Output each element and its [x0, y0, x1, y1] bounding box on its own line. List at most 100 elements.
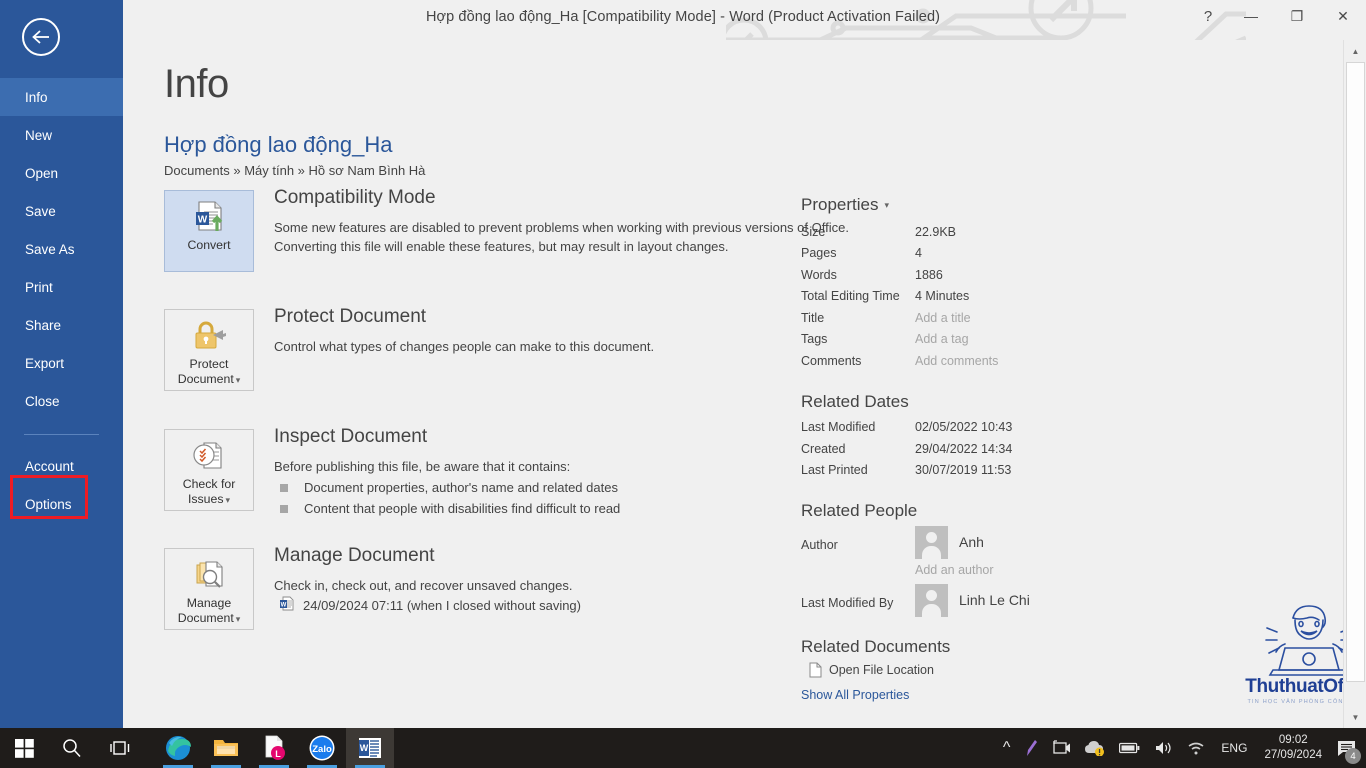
avatar — [915, 584, 948, 617]
related-documents-heading: Related Documents — [801, 637, 951, 656]
svg-text:L: L — [275, 749, 281, 759]
scrollbar-thumb[interactable] — [1346, 62, 1365, 682]
lock-key-icon — [191, 319, 227, 353]
svg-text:Zalo: Zalo — [312, 744, 332, 755]
sidebar-item-label: Info — [25, 89, 48, 105]
property-row-size: Size 22.9KB — [801, 224, 957, 239]
add-title-field[interactable]: Add a title — [915, 311, 971, 325]
clock-time: 09:02 — [1278, 734, 1308, 746]
add-author-field[interactable]: Add an author — [915, 563, 1231, 577]
watermark-subtitle: TIN HỌC VĂN PHÒNG CÔNG NGHỆ — [1247, 699, 1344, 705]
clock[interactable]: 09:02 27/09/2024 — [1256, 733, 1330, 763]
sidebar-item-new[interactable]: New — [0, 116, 123, 154]
language-indicator[interactable]: ENG — [1212, 741, 1256, 755]
sidebar-item-label: Options — [25, 496, 72, 512]
page-title: Info — [164, 62, 229, 106]
convert-doc-icon: W — [191, 200, 227, 234]
check-for-issues-button[interactable]: Check for Issues ▾ — [164, 429, 254, 511]
show-hidden-icons-button[interactable]: ^ — [996, 728, 1018, 768]
file-explorer-icon — [214, 740, 238, 756]
minimize-button[interactable]: — — [1228, 0, 1274, 32]
add-comments-field[interactable]: Add comments — [915, 354, 998, 368]
property-row-pages: Pages 4 — [801, 246, 922, 261]
add-tag-field[interactable]: Add a tag — [915, 332, 969, 346]
notifications-button[interactable]: 4 — [1330, 728, 1362, 768]
protect-document-button[interactable]: Protect Document ▾ — [164, 309, 254, 391]
convert-button[interactable]: W Convert — [164, 190, 254, 272]
manage-document-icon — [192, 558, 226, 592]
author-row: Author Anh — [801, 526, 1231, 559]
property-row-title: Title Add a title — [801, 310, 971, 325]
sidebar-item-export[interactable]: Export — [0, 344, 123, 382]
scrollbar-track[interactable] — [1344, 62, 1366, 706]
backstage-sidebar: Info New Open Save Save As Print Share E… — [0, 0, 123, 768]
date-row-last-printed: Last Printed 30/07/2019 11:53 — [801, 463, 1012, 478]
close-button[interactable]: ✕ — [1320, 0, 1366, 32]
properties-pane: Properties ▾ Size 22.9KB Pages 4 Words 1… — [801, 195, 1231, 702]
sidebar-nav-list: Info New Open Save Save As Print Share E… — [0, 78, 123, 523]
onedrive-warning-icon[interactable] — [1078, 728, 1112, 768]
help-button[interactable]: ? — [1188, 0, 1228, 32]
taskbar-app-word[interactable]: W — [346, 728, 394, 768]
system-tray: ^ ENG 09:02 27/09/2024 4 — [996, 728, 1366, 768]
sidebar-item-print[interactable]: Print — [0, 268, 123, 306]
protect-document-button-label: Protect Document ▾ — [177, 357, 241, 386]
wifi-icon[interactable] — [1180, 728, 1212, 768]
manage-document-button-label: Manage Document ▾ — [177, 596, 241, 625]
taskbar-app-edge[interactable] — [154, 728, 202, 768]
taskbar-app-lightshot[interactable]: L — [250, 728, 298, 768]
restore-button[interactable]: ❐ — [1274, 0, 1320, 32]
start-button[interactable] — [0, 728, 48, 768]
last-modified-by-row: Last Modified By Linh Le Chi — [801, 584, 1231, 617]
window-title: Hợp đồng lao động_Ha [Compatibility Mode… — [425, 9, 941, 25]
sidebar-item-label: Print — [25, 279, 53, 295]
taskbar-app-zalo[interactable]: Zalo — [298, 728, 346, 768]
sidebar-item-info[interactable]: Info — [0, 78, 123, 116]
open-file-location-link[interactable]: Open File Location — [809, 662, 1231, 678]
convert-button-label: Convert — [187, 238, 231, 252]
sidebar-item-label: Share — [25, 317, 62, 333]
protect-document-title: Protect Document — [274, 306, 427, 327]
back-button[interactable] — [22, 18, 60, 56]
sidebar-item-label: Export — [25, 355, 65, 371]
sidebar-item-label: Save As — [25, 241, 75, 257]
edge-icon — [166, 736, 191, 760]
sidebar-item-account[interactable]: Account — [0, 447, 123, 485]
svg-text:W: W — [281, 603, 287, 609]
volume-icon[interactable] — [1148, 728, 1180, 768]
property-row-tags: Tags Add a tag — [801, 332, 969, 347]
screen-capture-icon[interactable] — [1046, 728, 1078, 768]
chevron-down-icon: ▾ — [884, 199, 890, 210]
sidebar-item-share[interactable]: Share — [0, 306, 123, 344]
author-name: Anh — [959, 534, 984, 550]
sidebar-item-open[interactable]: Open — [0, 154, 123, 192]
scroll-down-button[interactable]: ▼ — [1344, 706, 1366, 728]
task-view-button[interactable] — [96, 728, 144, 768]
arrow-left-icon — [32, 30, 49, 44]
lightshot-icon: L — [265, 735, 285, 760]
protect-document-desc: Control what types of changes people can… — [274, 339, 655, 354]
scroll-up-button[interactable]: ▲ — [1344, 40, 1366, 62]
person-laptop-illustration-icon — [1265, 605, 1343, 676]
sidebar-item-label: Close — [25, 393, 60, 409]
manage-document-desc: Check in, check out, and recover unsaved… — [274, 578, 573, 593]
vertical-scrollbar[interactable]: ▲ ▼ — [1343, 40, 1366, 728]
recover-unsaved-item[interactable]: W 24/09/2024 07:11 (when I closed withou… — [274, 596, 581, 614]
sidebar-item-close[interactable]: Close — [0, 382, 123, 420]
manage-document-button[interactable]: Manage Document ▾ — [164, 548, 254, 630]
date-row-created: Created 29/04/2022 14:34 — [801, 441, 1013, 456]
properties-heading[interactable]: Properties ▾ — [801, 195, 1231, 215]
task-view-icon — [110, 741, 130, 755]
taskbar-search-button[interactable] — [48, 728, 96, 768]
date-row-last-modified: Last Modified 02/05/2022 10:43 — [801, 420, 1013, 435]
sidebar-item-save[interactable]: Save — [0, 192, 123, 230]
taskbar-app-file-explorer[interactable] — [202, 728, 250, 768]
watermark-title: ThuthuatOffice — [1245, 676, 1343, 697]
battery-icon[interactable] — [1112, 728, 1148, 768]
manage-document-title: Manage Document — [274, 545, 435, 566]
sidebar-item-save-as[interactable]: Save As — [0, 230, 123, 268]
sidebar-item-options[interactable]: Options — [0, 485, 123, 523]
onedrive-pen-icon[interactable] — [1017, 728, 1046, 768]
windows-start-icon — [14, 738, 34, 758]
show-all-properties-link[interactable]: Show All Properties — [801, 688, 1231, 702]
